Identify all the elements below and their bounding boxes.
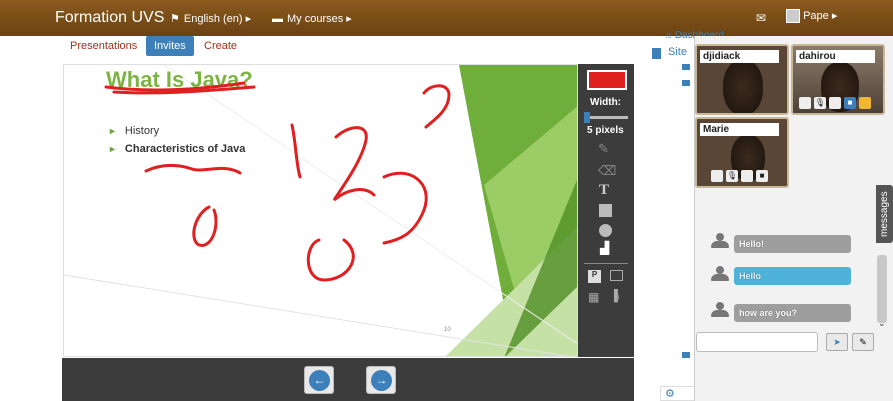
width-slider[interactable] <box>584 112 628 123</box>
send-button[interactable]: ➤ <box>826 333 848 351</box>
video-tile[interactable]: dahirou 🎙 ■ <box>791 44 885 115</box>
next-slide-button[interactable]: → <box>366 366 396 394</box>
settings-block: ⚙ <box>660 386 694 401</box>
grid-icon[interactable]: ▦ <box>588 290 599 304</box>
arrow-right-icon: → <box>371 370 392 391</box>
video-tile[interactable]: djidiack <box>695 44 789 115</box>
participant-name: Marie <box>700 123 780 136</box>
eraser-icon[interactable]: ⌫ <box>598 163 616 179</box>
microphone-icon[interactable]: 🎙 <box>726 170 738 182</box>
user-name: Pape <box>803 10 829 22</box>
file-icon <box>652 48 661 59</box>
folder-icon <box>682 80 690 86</box>
messages-tab[interactable]: messages <box>876 185 893 243</box>
trash-icon[interactable]: ▟ <box>600 241 609 255</box>
text-icon[interactable]: T <box>599 182 609 199</box>
color-swatch[interactable] <box>587 70 627 90</box>
flag-icon: ⚑ <box>170 13 180 25</box>
drawing-toolbar: Width: 5 pixels ✎ ⌫ T ▟ P ▦ ▐ᵢ <box>578 64 634 357</box>
folder-icon <box>682 352 690 358</box>
avatar <box>786 9 800 24</box>
chat-message: how are you? <box>734 304 851 322</box>
gears-icon[interactable]: ⚙ <box>665 387 675 400</box>
freehand-annotations <box>104 81 451 282</box>
home-icon: ⌂ <box>666 30 673 41</box>
tab-presentations[interactable]: Presentations <box>62 36 145 56</box>
chat-message: Hello! <box>734 235 851 253</box>
my-courses-label: My courses <box>287 13 344 25</box>
tab-invites[interactable]: Invites <box>146 36 194 56</box>
screen-icon[interactable] <box>829 97 841 109</box>
user-icon <box>710 266 730 281</box>
envelope-icon[interactable]: ✉ <box>756 11 766 25</box>
pencil-icon[interactable]: ✎ <box>598 141 609 157</box>
whiteboard-slide[interactable]: What Is Java? ► History ► Characteristics … <box>63 64 578 357</box>
microphone-icon[interactable]: 🎙 <box>814 97 826 109</box>
slider-handle[interactable] <box>584 112 590 123</box>
rectangle-icon[interactable] <box>599 204 612 217</box>
chat-scrollbar[interactable] <box>877 255 887 323</box>
site-link[interactable]: Site <box>668 46 687 58</box>
camera-icon[interactable]: ■ <box>844 97 856 109</box>
my-courses-menu[interactable]: ▬ My courses ▸ <box>272 12 352 25</box>
user-icon <box>710 302 730 317</box>
chat-message: Hello <box>734 267 851 285</box>
users-icon[interactable] <box>859 97 871 109</box>
user-menu[interactable]: Pape ▸ <box>786 9 837 24</box>
participant-name: djidiack <box>700 50 780 63</box>
top-navbar: Formation UVS ⚑ English (en) ▸ ▬ My course… <box>0 0 893 36</box>
circle-icon[interactable] <box>599 224 612 237</box>
powerpoint-icon[interactable]: P <box>588 270 601 283</box>
presentation-icon[interactable] <box>610 270 623 281</box>
participant-name: dahirou <box>796 50 876 63</box>
video-tile[interactable]: Marie 🎙 ■ <box>695 117 789 188</box>
participant-video <box>723 60 763 113</box>
camera-icon[interactable]: ■ <box>756 170 768 182</box>
book-icon: ▬ <box>272 13 283 25</box>
screen-icon[interactable] <box>711 170 723 182</box>
arrow-left-icon: ← <box>309 370 330 391</box>
site-brand[interactable]: Formation UVS <box>55 9 164 27</box>
chevron-down-icon[interactable]: ⌄ <box>878 318 886 329</box>
screen-icon[interactable] <box>741 170 753 182</box>
language-menu[interactable]: ⚑ English (en) ▸ <box>170 12 251 25</box>
slide-nav-bar: ← → <box>62 358 634 401</box>
tab-create[interactable]: Create <box>196 36 245 56</box>
export-icon[interactable]: ▐ᵢ <box>610 290 620 302</box>
chat-input[interactable] <box>696 332 818 352</box>
language-label: English (en) <box>183 13 243 25</box>
side-navigation: ⌂ Dashboard Site ⚙ <box>634 30 724 401</box>
width-value: 5 pixels <box>587 125 624 136</box>
prev-slide-button[interactable]: ← <box>304 366 334 394</box>
toolbar-divider <box>584 263 628 264</box>
width-label: Width: <box>590 97 622 108</box>
folder-icon <box>682 64 690 70</box>
screen-icon[interactable] <box>799 97 811 109</box>
pencil-icon[interactable]: ✎ <box>852 333 874 351</box>
user-icon <box>710 233 730 248</box>
